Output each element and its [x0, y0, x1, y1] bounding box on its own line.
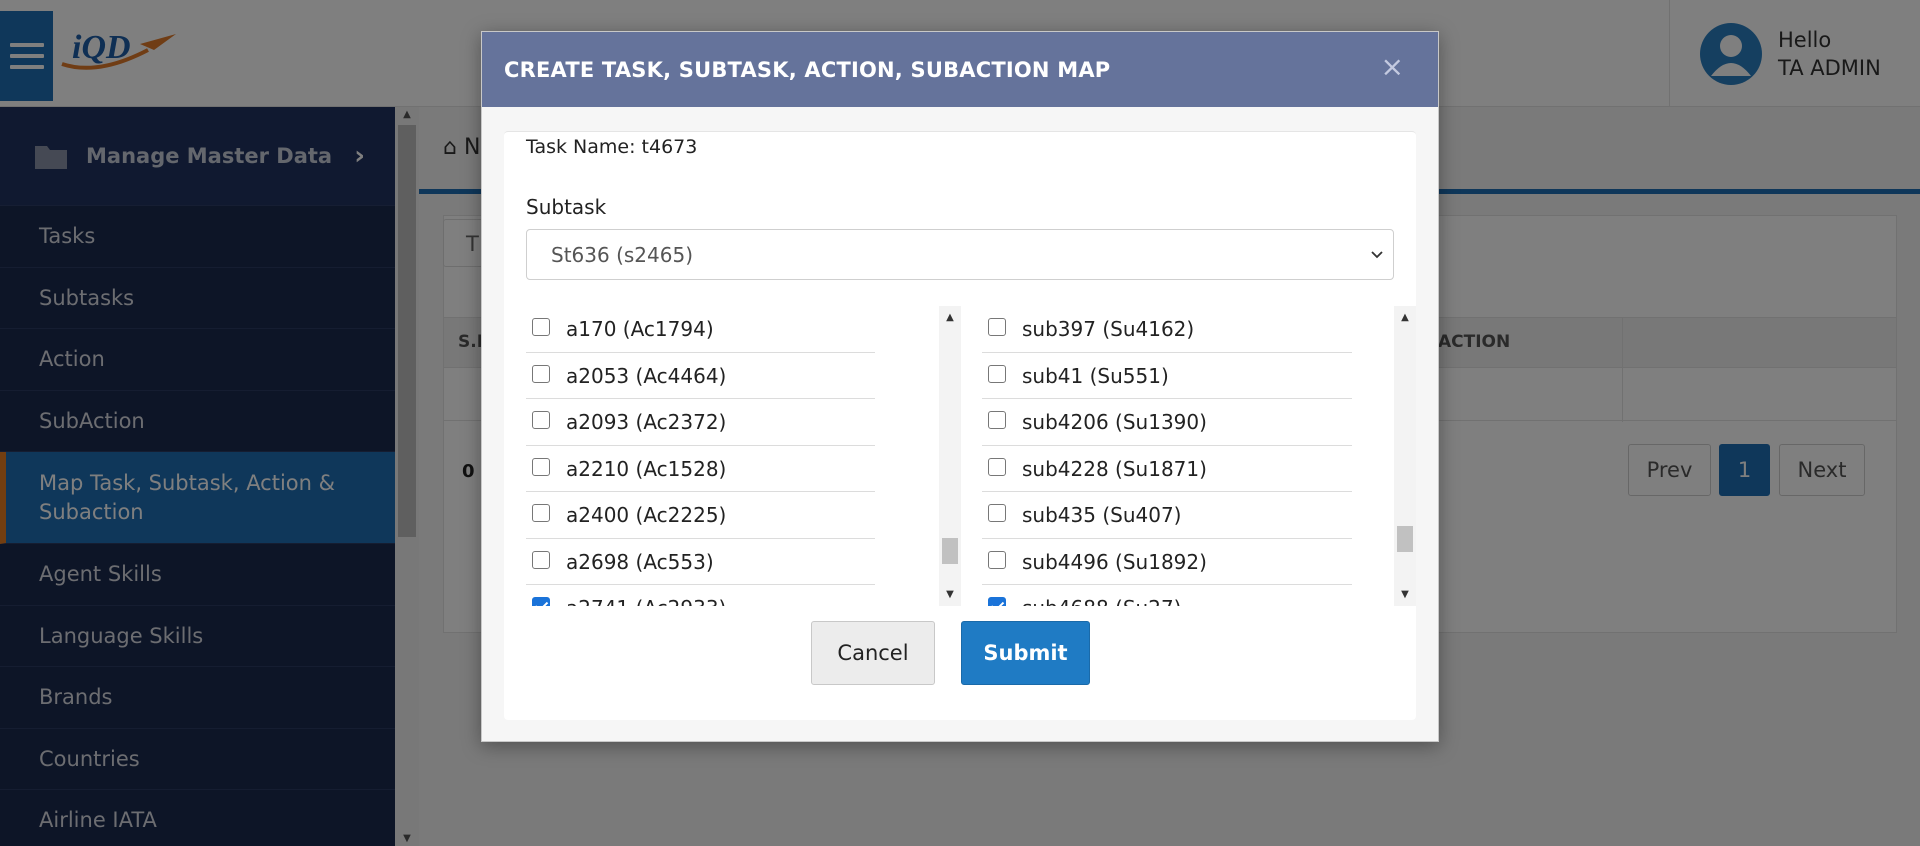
- subaction-checkbox[interactable]: [988, 318, 1006, 337]
- list-item[interactable]: a2093 (Ac2372): [526, 399, 879, 446]
- subaction-label: sub41 (Su551): [1022, 363, 1169, 388]
- action-label: a2053 (Ac4464): [566, 363, 727, 388]
- subtask-selected-value: St636 (s2465): [551, 242, 693, 267]
- cancel-button[interactable]: Cancel: [811, 621, 935, 685]
- list-item[interactable]: a2400 (Ac2225): [526, 492, 879, 539]
- action-checkbox[interactable]: [532, 364, 550, 383]
- action-checkbox[interactable]: [532, 550, 550, 569]
- action-list-scrollbar[interactable]: ▲ ▼: [939, 306, 961, 606]
- subaction-checkbox[interactable]: [988, 597, 1006, 606]
- list-item[interactable]: a2698 (Ac553): [526, 539, 879, 585]
- subaction-list-scrollbar[interactable]: ▲ ▼: [1394, 306, 1416, 606]
- action-label: a2400 (Ac2225): [566, 503, 727, 528]
- subaction-checkbox[interactable]: [988, 411, 1006, 430]
- scroll-thumb[interactable]: [1397, 526, 1413, 552]
- subaction-label: sub397 (Su4162): [1022, 317, 1195, 342]
- action-checkbox[interactable]: [532, 411, 550, 430]
- dialog-header: CREATE TASK, SUBTASK, ACTION, SUBACTION …: [482, 32, 1438, 107]
- list-item[interactable]: a2053 (Ac4464): [526, 353, 879, 399]
- subaction-label: sub4688 (Su27): [1022, 596, 1181, 606]
- task-name-text: Task Name: t4673: [526, 136, 698, 158]
- dialog-body: Task Name: t4673 Subtask St636 (s2465) a…: [504, 131, 1416, 720]
- subaction-checkbox[interactable]: [988, 550, 1006, 569]
- chevron-down-icon: [1371, 251, 1383, 259]
- dialog-title: CREATE TASK, SUBTASK, ACTION, SUBACTION …: [504, 58, 1111, 82]
- subaction-checkbox[interactable]: [988, 364, 1006, 383]
- scroll-up-icon[interactable]: ▲: [939, 312, 961, 323]
- action-checkbox-list: a170 (Ac1794) a2053 (Ac4464) a2093 (Ac23…: [526, 306, 879, 606]
- subtask-label: Subtask: [526, 195, 607, 219]
- list-item[interactable]: sub397 (Su4162): [982, 306, 1352, 353]
- action-checkbox[interactable]: [532, 597, 550, 606]
- list-item[interactable]: sub41 (Su551): [982, 353, 1352, 399]
- action-checkbox[interactable]: [532, 318, 550, 337]
- list-item[interactable]: a2210 (Ac1528): [526, 446, 879, 492]
- action-label: a2210 (Ac1528): [566, 456, 727, 481]
- action-label: a2741 (Ac2933): [566, 596, 726, 606]
- list-item[interactable]: a170 (Ac1794): [526, 306, 879, 353]
- list-item[interactable]: sub4206 (Su1390): [982, 399, 1352, 446]
- scroll-up-icon[interactable]: ▲: [1394, 312, 1416, 323]
- subaction-label: sub4228 (Su1871): [1022, 456, 1207, 481]
- create-map-dialog: CREATE TASK, SUBTASK, ACTION, SUBACTION …: [481, 31, 1439, 742]
- list-item[interactable]: sub4688 (Su27): [982, 585, 1352, 606]
- scroll-thumb[interactable]: [942, 538, 958, 564]
- list-item[interactable]: sub435 (Su407): [982, 492, 1352, 539]
- subtask-select[interactable]: St636 (s2465): [526, 229, 1394, 280]
- scroll-down-icon[interactable]: ▼: [939, 589, 961, 600]
- action-checkbox[interactable]: [532, 457, 550, 476]
- subaction-label: sub4206 (Su1390): [1022, 410, 1207, 435]
- subaction-checkbox[interactable]: [988, 504, 1006, 523]
- action-checkbox[interactable]: [532, 504, 550, 523]
- subaction-checkbox-list: sub397 (Su4162) sub41 (Su551) sub4206 (S…: [982, 306, 1352, 606]
- subaction-checkbox[interactable]: [988, 457, 1006, 476]
- submit-button[interactable]: Submit: [961, 621, 1090, 685]
- action-label: a170 (Ac1794): [566, 317, 714, 342]
- list-item[interactable]: sub4496 (Su1892): [982, 539, 1352, 585]
- subaction-label: sub435 (Su407): [1022, 503, 1182, 528]
- close-icon[interactable]: ×: [1381, 50, 1404, 83]
- action-label: a2698 (Ac553): [566, 549, 714, 574]
- scroll-down-icon[interactable]: ▼: [1394, 589, 1416, 600]
- subaction-label: sub4496 (Su1892): [1022, 549, 1207, 574]
- list-item[interactable]: sub4228 (Su1871): [982, 446, 1352, 492]
- list-item[interactable]: a2741 (Ac2933): [526, 585, 879, 606]
- action-label: a2093 (Ac2372): [566, 410, 727, 435]
